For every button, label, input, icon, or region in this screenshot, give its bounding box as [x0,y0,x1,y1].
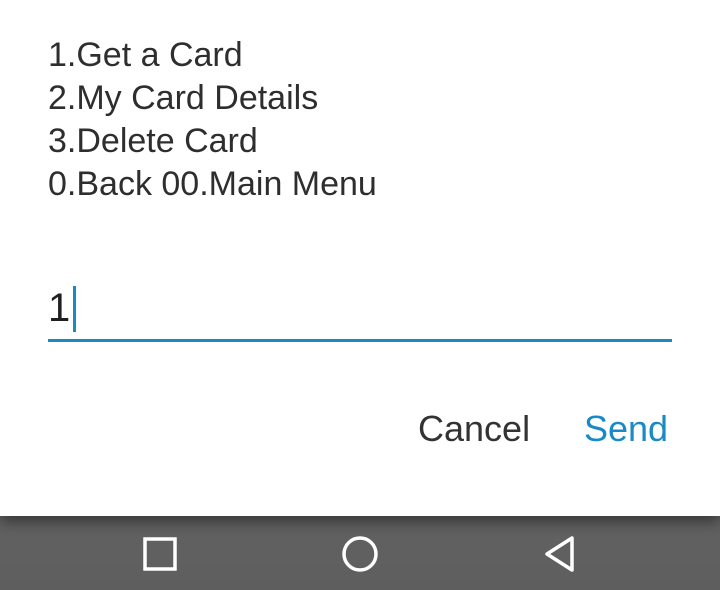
home-icon [342,536,378,572]
home-button[interactable] [338,532,382,576]
ussd-menu-text: 1.Get a Card 2.My Card Details 3.Delete … [48,34,678,206]
response-input-field[interactable]: 1 [48,284,77,332]
screen: 1.Get a Card 2.My Card Details 3.Delete … [0,0,720,590]
text-cursor [73,286,77,332]
recents-button[interactable] [138,532,182,576]
menu-line: 1.Get a Card [48,36,243,74]
cancel-button[interactable]: Cancel [418,404,530,454]
response-input[interactable]: 1 [48,278,672,342]
back-button[interactable] [538,532,582,576]
back-icon [545,536,574,572]
ussd-dialog: 1.Get a Card 2.My Card Details 3.Delete … [0,0,720,516]
response-input-value: 1 [48,286,71,330]
menu-line: 2.My Card Details [48,79,319,117]
menu-line: 0.Back 00.Main Menu [48,165,377,203]
recents-icon [143,537,177,571]
system-navigation-bar [0,516,720,590]
send-button[interactable]: Send [584,404,668,454]
menu-line: 3.Delete Card [48,122,258,160]
